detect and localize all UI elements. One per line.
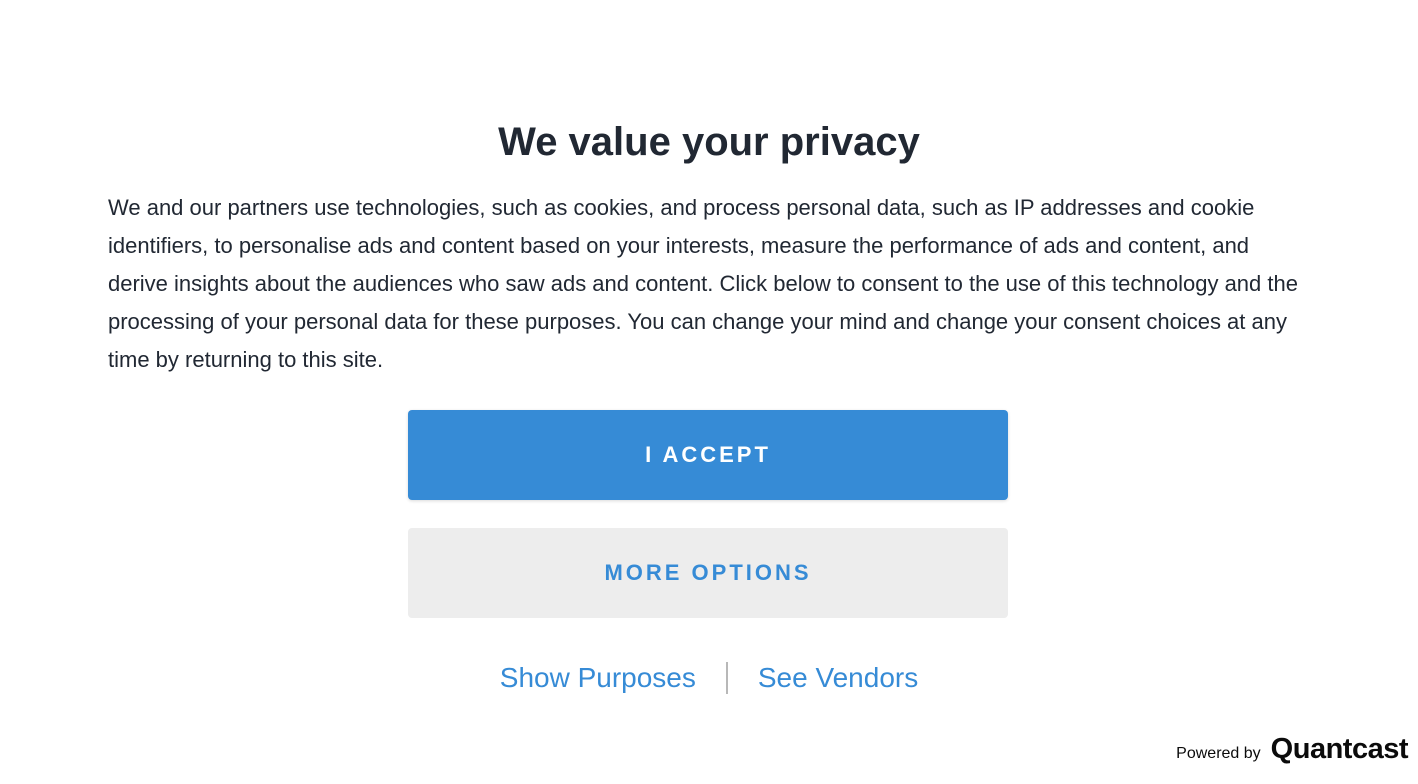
- consent-dialog: We value your privacy We and our partner…: [0, 0, 1418, 784]
- dialog-title: We value your privacy: [498, 120, 920, 164]
- accept-button-label: I ACCEPT: [645, 442, 771, 467]
- powered-by-label: Powered by: [1176, 745, 1261, 762]
- consent-description: We and our partners use technologies, su…: [108, 195, 1298, 372]
- link-divider: [725, 662, 728, 694]
- quantcast-logo: Quantcast: [1270, 733, 1409, 765]
- show-purposes-link[interactable]: Show Purposes: [500, 656, 696, 700]
- powered-by: Powered by Quantcast: [1176, 733, 1408, 766]
- more-options-button-label: MORE OPTIONS: [604, 560, 812, 585]
- see-vendors-link[interactable]: See Vendors: [758, 656, 918, 700]
- more-options-button[interactable]: MORE OPTIONS: [408, 528, 1008, 618]
- secondary-links: Show Purposes See Vendors: [0, 656, 1418, 700]
- accept-button[interactable]: I ACCEPT: [408, 410, 1008, 500]
